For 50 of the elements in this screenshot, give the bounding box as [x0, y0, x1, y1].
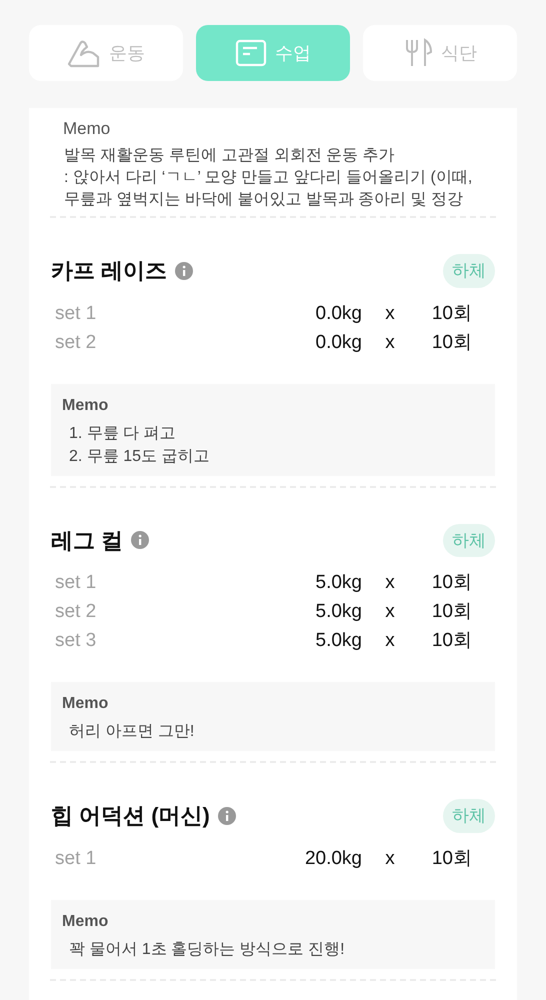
set-label: set 2 [55, 600, 98, 624]
fork-knife-icon [403, 38, 433, 68]
memo-label: Memo [62, 912, 110, 932]
weight-value: 20.0kg [304, 846, 362, 871]
reps-value: 10회 [432, 600, 472, 624]
reps-value: 10회 [432, 330, 472, 355]
set-label: set 3 [55, 629, 98, 654]
set-label: set 1 [55, 302, 98, 326]
reps-value: 10회 [432, 571, 472, 596]
reps-value: 10회 [432, 302, 472, 326]
info-icon[interactable] [131, 531, 150, 550]
times-sign: x [385, 600, 395, 624]
times-sign: x [385, 330, 395, 355]
body-part-tag: 하체 [443, 254, 495, 288]
exercise-title: 레그 컬 [51, 526, 124, 555]
memo-text: 무릎과 옆벅지는 바닥에 붙어있고 발목과 종아리 및 정강 [64, 190, 464, 210]
set-label: set 1 [55, 571, 98, 596]
body-part-tag: 하체 [443, 799, 495, 832]
times-sign: x [385, 302, 395, 326]
times-sign: x [385, 846, 395, 871]
set-label: set 2 [55, 330, 98, 355]
tab[interactable]: 운동 [29, 25, 183, 81]
note-icon [235, 39, 267, 67]
memo-text: : 앉아서 다리 ‘ㄱㄴ’ 모양 만들고 앞다리 들어올리기 (이때, [64, 168, 474, 188]
memo-text: 1. 무릎 다 펴고 [69, 424, 177, 444]
weight-value: 5.0kg [316, 600, 362, 624]
memo-label: Memo [63, 118, 112, 140]
exercise-title: 힙 어덕션 (머신) [51, 802, 210, 830]
memo-text: 발목 재활운동 루틴에 고관절 외회전 운동 추가 [64, 146, 396, 166]
arm-icon [67, 38, 101, 68]
memo-label: Memo [62, 396, 110, 416]
info-icon[interactable] [175, 262, 194, 280]
weight-value: 0.0kg [316, 330, 362, 355]
weight-value: 5.0kg [316, 571, 362, 596]
set-label: set 1 [55, 846, 98, 871]
times-sign: x [385, 571, 395, 596]
reps-value: 10회 [432, 629, 472, 654]
memo-text: 2. 무릎 15도 굽히고 [69, 446, 210, 466]
reps-value: 10회 [432, 846, 472, 871]
info-icon[interactable] [218, 806, 236, 825]
memo-text: 꽉 물어서 1초 홀딩하는 방식으로 진행! [69, 940, 346, 960]
weight-value: 0.0kg [316, 302, 362, 326]
exercise-title: 카프 레이즈 [51, 257, 168, 286]
body-part-tag: 하체 [443, 524, 495, 557]
tab[interactable]: 식단 [363, 25, 517, 81]
weight-value: 5.0kg [316, 629, 362, 654]
tab[interactable]: 수업 [196, 25, 350, 81]
times-sign: x [385, 629, 395, 654]
memo-label: Memo [62, 694, 110, 714]
memo-text: 허리 아프면 그만! [69, 722, 196, 742]
